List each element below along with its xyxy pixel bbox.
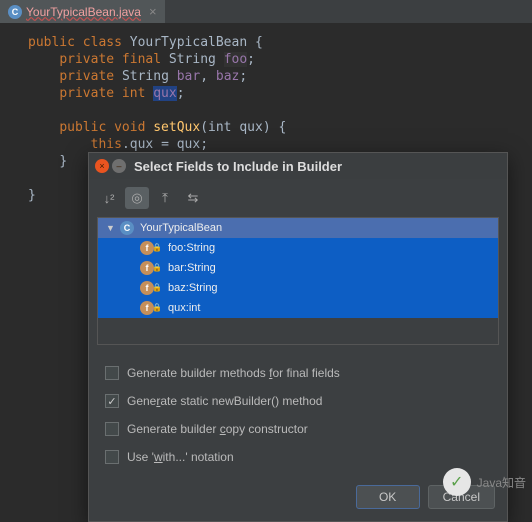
tree-class-label: YourTypicalBean — [140, 222, 222, 234]
editor-tab[interactable]: C YourTypicalBean.java × — [0, 0, 165, 23]
sort-icon[interactable]: ↓² — [97, 187, 121, 209]
select-fields-dialog: × – Select Fields to Include in Builder … — [88, 152, 508, 522]
tree-field-row[interactable]: f🔒 baz:String — [98, 278, 498, 298]
lock-icon: 🔒 — [152, 263, 162, 272]
ok-button[interactable]: OK — [356, 485, 420, 509]
expand-all-icon[interactable]: ⤒ — [153, 187, 177, 209]
dialog-toolbar: ↓² ◎ ⤒ ⇆ — [89, 179, 507, 217]
wechat-icon: ✓ — [443, 468, 471, 496]
show-classes-icon[interactable]: ◎ — [125, 187, 149, 209]
checkbox-icon[interactable] — [105, 366, 119, 380]
dialog-title: Select Fields to Include in Builder — [134, 159, 342, 174]
collapse-all-icon[interactable]: ⇆ — [181, 187, 205, 209]
lock-icon: 🔒 — [152, 303, 162, 312]
tree-field-row[interactable]: f🔒 qux:int — [98, 298, 498, 318]
close-tab-icon[interactable]: × — [149, 4, 157, 19]
window-minimize-icon[interactable]: – — [112, 159, 126, 173]
watermark-text: Java知音 — [477, 474, 526, 491]
lock-icon: 🔒 — [152, 283, 162, 292]
tab-bar: C YourTypicalBean.java × — [0, 0, 532, 24]
field-tree[interactable]: ▼ C YourTypicalBean f🔒 foo:String f🔒 bar… — [97, 217, 499, 345]
checkbox-icon[interactable] — [105, 422, 119, 436]
tab-filename: YourTypicalBean.java — [26, 5, 141, 19]
watermark: ✓ Java知音 — [443, 468, 526, 496]
window-close-icon[interactable]: × — [95, 159, 109, 173]
tree-class-row[interactable]: ▼ C YourTypicalBean — [98, 218, 498, 238]
class-icon: C — [120, 221, 134, 235]
expand-arrow-icon[interactable]: ▼ — [106, 223, 116, 233]
field-icon: f🔒 — [140, 241, 154, 255]
dialog-titlebar[interactable]: × – Select Fields to Include in Builder — [89, 153, 507, 179]
class-file-icon: C — [8, 5, 22, 19]
check-with-notation[interactable]: Use 'with...' notation — [101, 443, 495, 471]
field-icon: f🔒 — [140, 281, 154, 295]
lock-icon: 🔒 — [152, 243, 162, 252]
check-static-newbuilder[interactable]: ✓ Generate static newBuilder() method — [101, 387, 495, 415]
checkbox-icon[interactable] — [105, 450, 119, 464]
field-icon: f🔒 — [140, 261, 154, 275]
options-panel: Generate builder methods for final field… — [89, 345, 507, 477]
check-copy-constructor[interactable]: Generate builder copy constructor — [101, 415, 495, 443]
check-final-fields[interactable]: Generate builder methods for final field… — [101, 359, 495, 387]
tree-field-row[interactable]: f🔒 foo:String — [98, 238, 498, 258]
field-icon: f🔒 — [140, 301, 154, 315]
tree-field-row[interactable]: f🔒 bar:String — [98, 258, 498, 278]
checkbox-checked-icon[interactable]: ✓ — [105, 394, 119, 408]
